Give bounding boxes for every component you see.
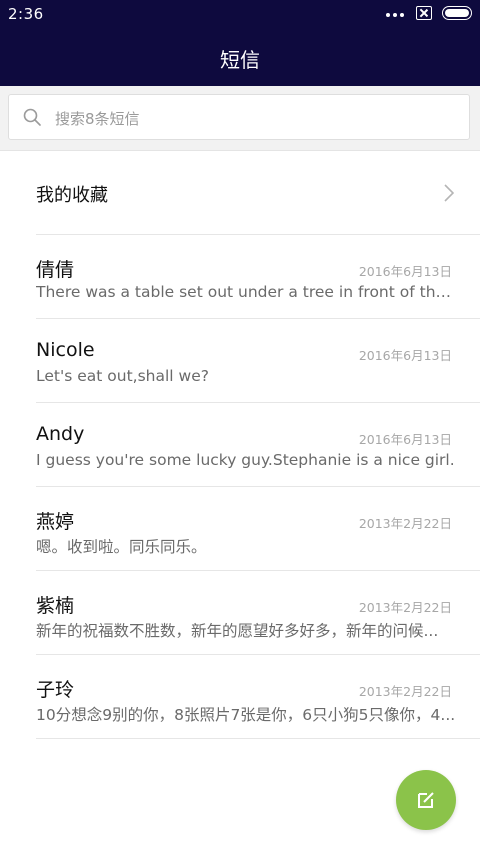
- message-date: 2013年2月22日: [358, 684, 452, 699]
- contact-name: Andy: [36, 423, 85, 445]
- search-icon: [23, 108, 41, 126]
- status-time: 2:36: [8, 5, 44, 23]
- contact-name: 紫楠: [36, 595, 75, 617]
- list-item[interactable]: 紫楠 2013年2月22日 新年的祝福数不胜数，新年的愿望好多好多，新年的问候.…: [0, 571, 480, 655]
- list-item[interactable]: Nicole 2016年6月13日 Let's eat out,shall we…: [0, 319, 480, 403]
- contact-name: 子玲: [36, 679, 75, 701]
- battery-icon: [442, 6, 472, 20]
- message-preview: There was a table set out under a tree i…: [36, 283, 456, 301]
- page-title: 短信: [220, 48, 260, 72]
- compose-button[interactable]: [396, 770, 456, 830]
- message-date: 2013年2月22日: [358, 600, 452, 615]
- message-preview: 新年的祝福数不胜数，新年的愿望好多好多，新年的问候...: [36, 622, 439, 640]
- favorites-row[interactable]: 我的收藏: [0, 151, 480, 234]
- list-item[interactable]: 倩倩 2016年6月13日 There was a table set out …: [0, 235, 480, 319]
- chevron-right-icon: [444, 184, 454, 202]
- list-item[interactable]: 燕婷 2013年2月22日 嗯。收到啦。同乐同乐。: [0, 487, 480, 571]
- contact-name: 燕婷: [36, 511, 75, 533]
- contact-name: Nicole: [36, 339, 95, 361]
- message-date: 2016年6月13日: [358, 264, 452, 279]
- message-date: 2016年6月13日: [358, 432, 452, 447]
- search-input[interactable]: 搜索8条短信: [8, 94, 470, 140]
- status-bar: 2:36: [0, 0, 480, 28]
- no-sim-icon: [416, 6, 432, 20]
- contact-name: 倩倩: [36, 259, 75, 281]
- favorites-label: 我的收藏: [36, 185, 108, 206]
- more-dots-icon: [386, 13, 404, 17]
- message-preview: 10分想念9别的你，8张照片7张是你，6只小狗5只像你，4...: [36, 706, 456, 724]
- app-header: 2:36 短信: [0, 0, 480, 86]
- compose-icon: [418, 792, 434, 808]
- search-area: 搜索8条短信: [0, 86, 480, 151]
- list-item[interactable]: 子玲 2013年2月22日 10分想念9别的你，8张照片7张是你，6只小狗5只像…: [0, 655, 480, 739]
- message-date: 2013年2月22日: [358, 516, 452, 531]
- list-item[interactable]: Andy 2016年6月13日 I guess you're some luck…: [0, 403, 480, 487]
- search-placeholder: 搜索8条短信: [55, 110, 140, 128]
- message-preview: Let's eat out,shall we?: [36, 367, 209, 385]
- status-icons: [386, 6, 472, 20]
- message-date: 2016年6月13日: [358, 348, 452, 363]
- message-preview: I guess you're some lucky guy.Stephanie …: [36, 451, 455, 469]
- divider: [36, 738, 480, 739]
- message-preview: 嗯。收到啦。同乐同乐。: [36, 538, 207, 556]
